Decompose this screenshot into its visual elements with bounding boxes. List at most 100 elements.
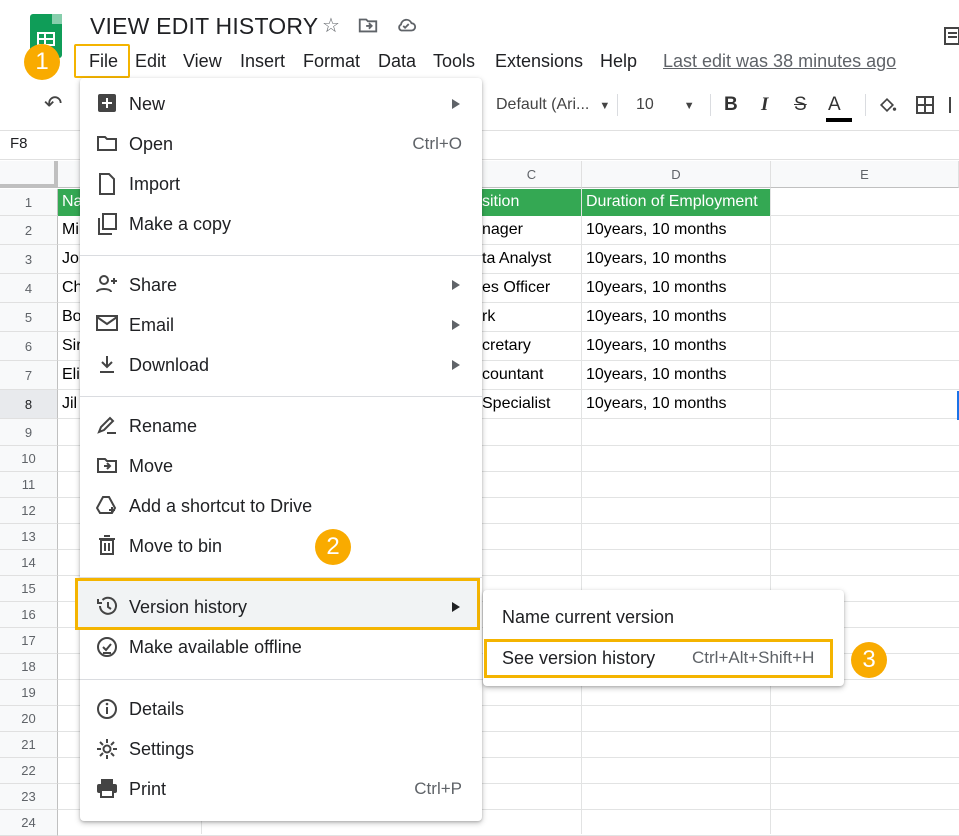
table-cell[interactable]: nager (482, 216, 581, 244)
file-menu-item-add-a-shortcut-to-drive[interactable]: Add a shortcut to Drive (80, 487, 482, 527)
row-header[interactable]: 14 (0, 550, 58, 576)
table-cell[interactable]: Sir (62, 332, 82, 360)
borders-icon[interactable] (915, 92, 935, 118)
file-menu-item-rename[interactable]: Rename (80, 407, 482, 447)
table-cell[interactable]: 10years, 10 months (586, 332, 770, 360)
row-header[interactable]: 5 (0, 303, 58, 332)
plus-box-icon (96, 93, 118, 115)
last-edit-link[interactable]: Last edit was 38 minutes ago (663, 48, 896, 74)
row-header[interactable]: 7 (0, 361, 58, 390)
table-cell[interactable]: 10years, 10 months (586, 390, 770, 418)
name-current-version-item[interactable]: Name current version (502, 607, 674, 628)
row-header[interactable]: 9 (0, 419, 58, 446)
row-header[interactable]: 18 (0, 654, 58, 680)
row-header[interactable]: 17 (0, 628, 58, 654)
row-header[interactable]: 22 (0, 758, 58, 784)
table-cell[interactable]: Jil (62, 390, 82, 418)
table-cell[interactable]: Mi (62, 216, 82, 244)
file-menu-item-print[interactable]: Print Ctrl+P (80, 770, 482, 810)
table-cell[interactable]: 10years, 10 months (586, 303, 770, 331)
submenu-arrow-icon (452, 320, 460, 330)
table-cell[interactable]: 10years, 10 months (586, 361, 770, 389)
file-menu-item-details[interactable]: Details (80, 690, 482, 730)
see-version-history-item[interactable]: See version history (502, 648, 655, 669)
italic-icon[interactable]: I (761, 92, 768, 118)
row-header[interactable]: 3 (0, 245, 58, 274)
column-header-c[interactable]: C (482, 161, 582, 188)
table-cell[interactable]: es Officer (482, 274, 581, 302)
table-cell[interactable]: 10years, 10 months (586, 216, 770, 244)
row-header[interactable]: 10 (0, 446, 58, 472)
table-cell[interactable]: Bo (62, 303, 82, 331)
menu-help[interactable]: Help (600, 48, 637, 74)
row-header[interactable]: 4 (0, 274, 58, 303)
file-menu-item-move-to-bin[interactable]: Move to bin (80, 527, 482, 567)
row-header[interactable]: 15 (0, 576, 58, 602)
menu-view[interactable]: View (183, 48, 222, 74)
menu-format[interactable]: Format (303, 48, 360, 74)
row-header[interactable]: 20 (0, 706, 58, 732)
file-menu-item-download[interactable]: Download (80, 346, 482, 386)
select-all-corner[interactable] (0, 161, 58, 188)
menu-extensions[interactable]: Extensions (495, 48, 583, 74)
table-cell[interactable]: Eli (62, 361, 82, 389)
font-family-select[interactable]: Default (Ari... ▼ (496, 92, 610, 118)
file-menu-item-make-available-offline[interactable]: Make available offline (80, 628, 482, 668)
toolbar-divider (617, 94, 618, 116)
table-cell[interactable]: Specialist (482, 390, 581, 418)
merge-icon[interactable] (948, 92, 959, 118)
row-header[interactable]: 16 (0, 602, 58, 628)
file-menu-item-move[interactable]: Move (80, 447, 482, 487)
row-header[interactable]: 12 (0, 498, 58, 524)
table-cell[interactable]: cretary (482, 332, 581, 360)
comments-icon[interactable] (944, 26, 959, 46)
file-menu-item-version-history[interactable]: Version history (80, 588, 482, 628)
fill-color-icon[interactable] (877, 92, 897, 118)
row-header[interactable]: 11 (0, 472, 58, 498)
menu-tools[interactable]: Tools (433, 48, 475, 74)
cloud-saved-icon[interactable] (394, 14, 418, 38)
cell-reference[interactable]: F8 (10, 135, 28, 152)
row-header[interactable]: 24 (0, 810, 58, 836)
file-menu-item-import[interactable]: Import (80, 165, 482, 205)
table-cell[interactable]: 10years, 10 months (586, 274, 770, 302)
row-header[interactable]: 8 (0, 390, 58, 419)
bold-icon[interactable]: B (724, 92, 738, 118)
document-title[interactable]: VIEW EDIT HISTORY (90, 13, 318, 40)
font-size-select[interactable]: 10 ▼ (636, 92, 695, 118)
file-menu-item-make-a-copy[interactable]: Make a copy (80, 205, 482, 245)
file-menu-item-open[interactable]: Open Ctrl+O (80, 125, 482, 165)
row-header[interactable]: 19 (0, 680, 58, 706)
column-header-d[interactable]: D (582, 161, 771, 188)
file-menu-item-email[interactable]: Email (80, 306, 482, 346)
menu-data[interactable]: Data (378, 48, 416, 74)
table-cell[interactable]: Jol (62, 245, 82, 273)
menu-edit[interactable]: Edit (135, 48, 166, 74)
row-header[interactable]: 21 (0, 732, 58, 758)
strikethrough-icon[interactable]: S (794, 92, 807, 118)
column-header-e[interactable]: E (771, 161, 959, 188)
menu-item-label: Version history (129, 597, 248, 617)
table-cell[interactable]: Ch (62, 274, 82, 302)
submenu-arrow-icon (452, 280, 460, 290)
file-menu-item-settings[interactable]: Settings (80, 730, 482, 770)
row-header[interactable]: 23 (0, 784, 58, 810)
table-cell[interactable]: Duration of Employment (586, 189, 770, 215)
row-header[interactable]: 6 (0, 332, 58, 361)
file-menu-item-share[interactable]: Share (80, 266, 482, 306)
row-header[interactable]: 2 (0, 216, 58, 245)
table-cell[interactable]: 10years, 10 months (586, 245, 770, 273)
row-header[interactable]: 13 (0, 524, 58, 550)
table-cell[interactable]: sition (482, 189, 581, 215)
menu-insert[interactable]: Insert (240, 48, 285, 74)
move-to-folder-icon[interactable] (356, 14, 380, 38)
star-icon[interactable]: ☆ (319, 14, 343, 38)
file-menu-item-new[interactable]: New (80, 85, 482, 125)
row-header[interactable]: 1 (0, 189, 58, 216)
table-cell[interactable]: ta Analyst (482, 245, 581, 273)
table-cell[interactable]: Na (62, 189, 82, 215)
table-cell[interactable]: rk (482, 303, 581, 331)
table-cell[interactable]: countant (482, 361, 581, 389)
undo-icon[interactable]: ↶ (44, 91, 62, 117)
text-color-icon[interactable]: A (826, 92, 852, 122)
